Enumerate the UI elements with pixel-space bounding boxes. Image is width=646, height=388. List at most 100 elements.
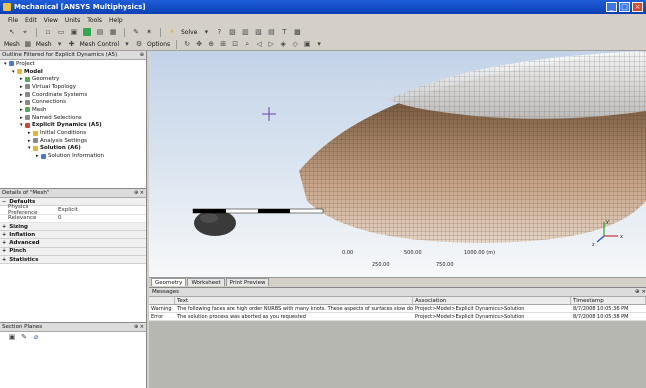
mesh-control-dropdown[interactable]: Mesh Control [80, 41, 119, 48]
details-section[interactable]: + Pinch [0, 247, 146, 257]
chart-icon[interactable]: ▧ [254, 28, 262, 36]
details-section[interactable]: + Inflation [0, 231, 146, 240]
maximize-button[interactable]: □ [619, 2, 630, 12]
wrench-icon[interactable]: ✎ [132, 28, 140, 36]
section-plane-icon[interactable]: ▣ [8, 333, 16, 341]
zoom-icon[interactable]: ⊕ [207, 40, 215, 48]
pin-icon[interactable]: ⊕ [140, 52, 146, 58]
details-panel: Details of "Mesh" ⊕ × − Defaults Physics P… [0, 188, 147, 322]
chevron-down-icon[interactable]: ▾ [123, 40, 131, 48]
plus-icon[interactable]: + [2, 257, 6, 263]
tree-item[interactable]: ▾ Model [0, 68, 146, 76]
table-row[interactable]: Error The solution process was aborted a… [149, 313, 646, 321]
details-title: Details of "Mesh" [2, 190, 50, 196]
pin-icon[interactable]: ⊕ × [635, 289, 646, 295]
details-section[interactable]: + Advanced [0, 239, 146, 248]
close-button[interactable]: × [632, 2, 643, 12]
iso-view-icon[interactable]: ◈ [279, 40, 287, 48]
options-button[interactable]: Options [147, 41, 170, 48]
pin-icon[interactable]: ⊕ × [134, 324, 146, 330]
menu-file[interactable]: File [8, 17, 18, 24]
scale-label-mid: 500.00 [404, 250, 422, 256]
tree-item-label: Analysis Settings [40, 137, 87, 144]
help-icon[interactable]: ? [215, 28, 223, 36]
tree-item[interactable]: ▾ Project [0, 60, 146, 68]
delete-section-icon[interactable]: ⌀ [32, 333, 40, 341]
tree-item[interactable]: ▸ Mesh [0, 106, 146, 114]
previous-view-icon[interactable]: ◁ [255, 40, 263, 48]
magnifier-icon[interactable]: ⌕ [243, 40, 251, 48]
tree-item[interactable]: ▸ Named Selections [0, 114, 146, 122]
details-value[interactable]: 0 [58, 215, 146, 221]
edit-section-icon[interactable]: ✎ [20, 333, 28, 341]
chevron-down-icon[interactable]: ▾ [315, 40, 323, 48]
menu-view[interactable]: View [44, 17, 58, 24]
cursor-mode-icon[interactable]: ⌖ [21, 28, 29, 36]
plus-icon[interactable]: + [2, 232, 6, 238]
column-header-association[interactable]: Association [413, 297, 571, 304]
details-section[interactable]: + Sizing [0, 222, 146, 232]
viewports-icon[interactable]: ▣ [303, 40, 311, 48]
select-cursor-icon[interactable]: ↖ [8, 28, 16, 36]
tree-node-icon [25, 115, 30, 121]
column-header-type[interactable] [149, 297, 175, 304]
tree-item[interactable]: ▸ Connections [0, 98, 146, 106]
details-section[interactable]: + Statistics [0, 256, 146, 265]
select-point-icon[interactable]: ▫ [44, 28, 52, 36]
chevron-down-icon[interactable]: ▾ [202, 28, 210, 36]
outline-title: Outline Filtered for Explicit Dynamics (… [2, 52, 118, 58]
tree-item[interactable]: ▾ Explicit Dynamics (A5) [0, 122, 146, 130]
section-planes-panel: Section Planes ⊕ × ▣ ✎ ⌀ [0, 322, 147, 388]
box-zoom-icon[interactable]: ⊞ [219, 40, 227, 48]
image-icon[interactable]: ▨ [228, 28, 236, 36]
scale-label-q3: 750.00 [436, 262, 454, 268]
solve-button[interactable]: Solve [181, 29, 197, 36]
text-icon[interactable]: T [280, 28, 288, 36]
column-header-text[interactable]: Text [175, 297, 413, 304]
graphics-viewport[interactable]: x y z 0.00 500.00 1000.00 (m) 250.00 750… [149, 51, 646, 277]
select-body-icon[interactable] [83, 28, 91, 36]
details-value[interactable]: Explicit [58, 207, 146, 213]
tab-print-preview[interactable]: Print Preview [225, 278, 270, 286]
mesh-dropdown[interactable]: Mesh [36, 41, 52, 48]
table-row[interactable]: Warning The following faces are high ord… [149, 305, 646, 313]
next-view-icon[interactable]: ▷ [267, 40, 275, 48]
set-view-icon[interactable]: ◇ [291, 40, 299, 48]
tab-geometry[interactable]: Geometry [151, 278, 187, 286]
tree-item[interactable]: ▸ Initial Conditions [0, 129, 146, 137]
menu-help[interactable]: Help [109, 17, 123, 24]
select-face-icon[interactable]: ▣ [70, 28, 78, 36]
tree-item[interactable]: ▸ Geometry [0, 75, 146, 83]
pin-icon[interactable]: ⊕ × [134, 190, 146, 196]
clipboard-icon[interactable]: ▤ [96, 28, 104, 36]
options-icon: ⚙ [135, 40, 143, 48]
tree-item[interactable]: ▸ Virtual Topology [0, 83, 146, 91]
menu-units[interactable]: Units [65, 17, 80, 24]
label-icon[interactable]: ▤ [267, 28, 275, 36]
details-row[interactable]: Physics Preference Explicit [0, 204, 146, 216]
tree-item[interactable]: ▸ Analysis Settings [0, 137, 146, 145]
tree-item-label: Explicit Dynamics (A5) [32, 122, 102, 129]
tab-worksheet[interactable]: Worksheet [187, 278, 225, 286]
probe-icon[interactable]: ✶ [145, 28, 153, 36]
menu-tools[interactable]: Tools [87, 17, 102, 24]
select-edge-icon[interactable]: ▭ [57, 28, 65, 36]
details-row[interactable]: Relevance 0 [0, 215, 146, 223]
chevron-down-icon[interactable]: ▾ [56, 40, 64, 48]
table-icon[interactable]: ▥ [241, 28, 249, 36]
plus-icon[interactable]: + [2, 248, 6, 254]
plus-icon[interactable]: + [2, 224, 6, 230]
minimize-button[interactable]: _ [606, 2, 617, 12]
pan-icon[interactable]: ✥ [195, 40, 203, 48]
tree-item[interactable]: ▸ Coordinate Systems [0, 91, 146, 99]
column-header-timestamp[interactable]: Timestamp [571, 297, 646, 304]
extend-icon[interactable]: ▦ [109, 28, 117, 36]
scope-icon[interactable]: ▩ [293, 28, 301, 36]
rotate-icon[interactable]: ↻ [183, 40, 191, 48]
tree-node-icon [41, 153, 46, 159]
tree-item[interactable]: ▾ Solution (A6) [0, 145, 146, 153]
plus-icon[interactable]: + [2, 240, 6, 246]
menu-edit[interactable]: Edit [25, 17, 37, 24]
tree-item[interactable]: ▸ Solution Information [0, 152, 146, 160]
zoom-fit-icon[interactable]: ⊡ [231, 40, 239, 48]
